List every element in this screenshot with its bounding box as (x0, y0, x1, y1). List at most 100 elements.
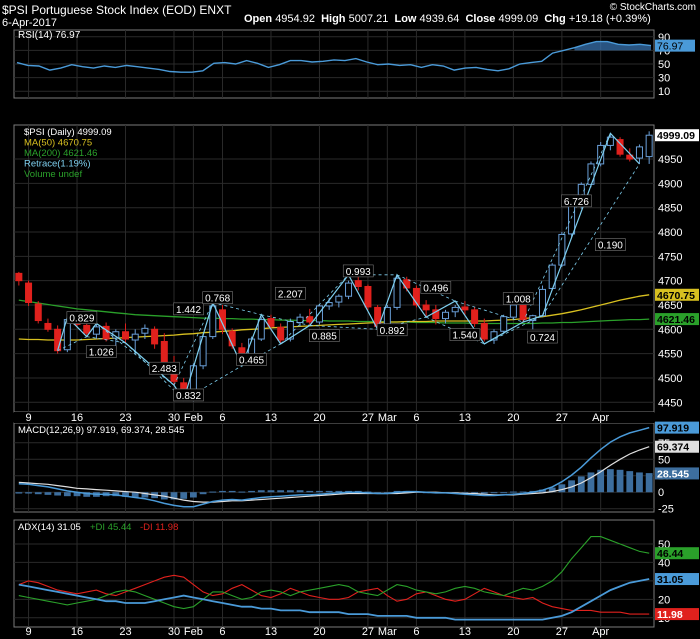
rsi-legend: RSI(14) 76.97 (18, 30, 81, 41)
macd-histogram-bar (490, 492, 498, 494)
candle-body (500, 316, 508, 332)
macd-legend: MACD(12,26,9) 97.919, 69.374, 28.545 (18, 425, 184, 436)
x-axis-label: 27 (362, 412, 374, 424)
macd-histogram-bar (44, 492, 52, 495)
x-axis-label-bottom: 9 (25, 626, 31, 638)
price-ma50-tag: 4670.75 (657, 290, 695, 302)
candle-body (354, 280, 362, 287)
macd-histogram-bar (636, 472, 643, 493)
rsi-current-tag: 76.97 (657, 41, 683, 53)
macd-histogram-bar (277, 490, 285, 493)
price-ma200-tag: 4621.46 (657, 314, 695, 326)
candle-body (480, 322, 488, 340)
price-tick-label: 4750 (658, 251, 682, 263)
adx-tick-label: 20 (658, 594, 670, 606)
minus-di-legend: -DI 11.98 (140, 522, 178, 533)
x-axis-label: 16 (71, 412, 83, 424)
adx-pdi-tag: 46.44 (657, 548, 683, 560)
candle-body (277, 326, 285, 341)
x-axis-label: 13 (459, 412, 471, 424)
x-axis-label-bottom: 16 (71, 626, 83, 638)
x-axis-label-bottom: 23 (119, 626, 131, 638)
price-frame (13, 124, 655, 413)
price-tick-label: 4450 (658, 397, 682, 409)
macd-histogram-bar (296, 490, 304, 493)
x-axis-label: 13 (265, 412, 277, 424)
candle-body (15, 272, 23, 282)
candle-body (160, 340, 168, 364)
rsi-tick-label: 30 (658, 73, 670, 85)
x-axis-label-bottom: Mar (378, 626, 397, 638)
candle-body (131, 333, 139, 341)
candle-body (306, 316, 314, 323)
candle-body (151, 328, 159, 345)
retrace-label: 0.892 (380, 326, 405, 337)
candle-body (92, 326, 100, 335)
macd-histogram-bar (248, 490, 255, 493)
retrace-label: 1.442 (176, 305, 201, 316)
x-axis-label-bottom: 13 (459, 626, 471, 638)
candle-body (568, 204, 576, 235)
macd-histogram-bar (500, 492, 508, 494)
retrace-label: 0.496 (423, 283, 448, 294)
x-axis-label-bottom: 20 (313, 626, 325, 638)
adx-frame (13, 519, 655, 628)
retrace-label: 2.207 (278, 289, 303, 300)
rsi-tick-label: 50 (658, 59, 670, 71)
price-tick-label: 4650 (658, 300, 682, 312)
macd-histogram-bar (15, 492, 23, 494)
price-legend-item: Retrace(1.19%) (24, 159, 91, 170)
retrace-label: 2.483 (152, 364, 177, 375)
x-axis-label-bottom: 6 (413, 626, 419, 638)
retrace-label: 0.768 (205, 294, 230, 305)
retrace-label: 0.724 (530, 333, 555, 344)
macd-histogram-bar (510, 491, 517, 493)
macd-histogram-bar (325, 490, 333, 493)
macd-histogram-bar (306, 490, 314, 493)
macd-histogram-bar (238, 491, 246, 493)
chart-svg: 9070503010RSI(14) 76.9776.97495049004850… (13, 29, 699, 638)
retrace-label: 1.026 (89, 348, 114, 359)
macd-tick-label: 50 (658, 454, 670, 466)
retrace-label: 0.885 (312, 332, 337, 343)
candle-body (451, 306, 459, 313)
macd-histogram-bar (257, 490, 265, 493)
macd-histogram-bar (519, 491, 527, 493)
x-axis-label: Mar (378, 412, 397, 424)
retrace-label: 0.993 (346, 267, 371, 278)
candle-body (34, 303, 42, 322)
candle-body (44, 322, 52, 330)
retrace-label: 1.008 (506, 295, 531, 306)
macd-hist-tag: 28.545 (657, 468, 689, 480)
macd-tick-label: 0 (658, 487, 664, 499)
price-tick-label: 4600 (658, 324, 682, 336)
price-tick-label: 4850 (658, 203, 682, 215)
retrace-label: 0.832 (176, 391, 201, 402)
retrace-label: 0.465 (239, 355, 264, 366)
x-axis-label: Feb (184, 412, 203, 424)
price-tick-label: 4500 (658, 373, 682, 385)
retrace-label: 0.190 (598, 241, 623, 252)
macd-histogram-bar (190, 492, 197, 498)
candle-body (509, 304, 517, 318)
candle-body (315, 305, 323, 323)
candle-body (471, 309, 479, 324)
retrace-label: 0.829 (69, 314, 94, 325)
retrace-label: 6.726 (564, 197, 589, 208)
price-legend-item: Volume undef (24, 169, 82, 180)
macd-histogram-bar (219, 490, 226, 493)
macd-histogram-bar (626, 471, 634, 493)
x-axis-label: 30 (168, 412, 180, 424)
macd-histogram-bar (286, 490, 294, 493)
macd-tick-label: -25 (658, 504, 674, 516)
macd-histogram-bar (558, 484, 566, 493)
price-tick-label: 4700 (658, 276, 682, 288)
candle-body (54, 328, 62, 352)
candle-body (25, 282, 33, 304)
macd-histogram-bar (180, 492, 188, 499)
macd-histogram-bar (54, 492, 62, 496)
price-tick-label: 4900 (658, 178, 682, 190)
candle-body (257, 319, 265, 340)
candle-body (442, 311, 450, 320)
x-axis-label-bottom: 27 (556, 626, 568, 638)
